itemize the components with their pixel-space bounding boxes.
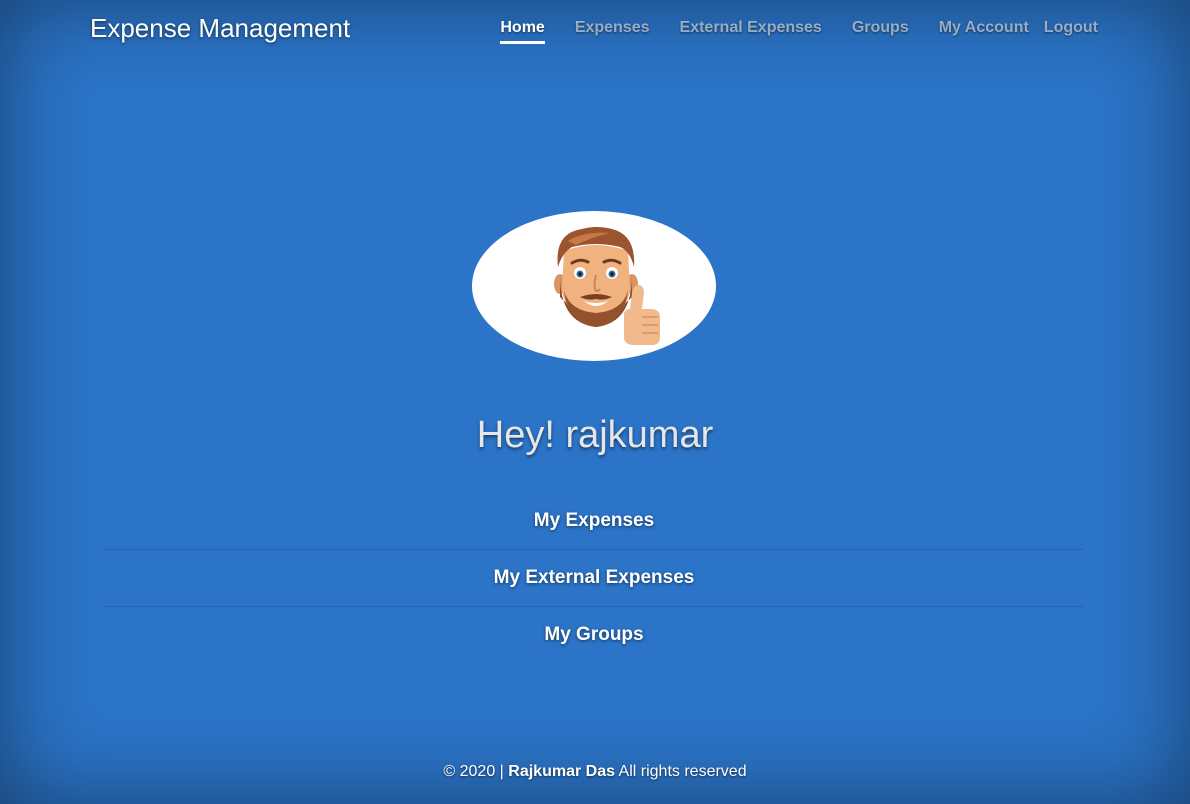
quick-links: My Expenses My External Expenses My Grou…	[104, 493, 1084, 663]
link-my-external-expenses[interactable]: My External Expenses	[104, 550, 1084, 607]
footer-copyright: © 2020 |	[443, 763, 509, 780]
link-my-groups[interactable]: My Groups	[104, 607, 1084, 663]
nav-groups[interactable]: Groups	[852, 19, 909, 44]
memoji-thumbs-up-icon	[554, 227, 660, 345]
footer-rights: All rights reserved	[614, 763, 747, 780]
nav-my-account[interactable]: My Account	[939, 19, 1029, 44]
footer-author: Rajkumar Das	[508, 763, 615, 780]
nav-expenses[interactable]: Expenses	[575, 19, 650, 44]
link-my-expenses[interactable]: My Expenses	[104, 493, 1084, 550]
brand-title[interactable]: Expense Management	[90, 13, 350, 44]
avatar	[472, 211, 716, 361]
main-nav: Home Expenses External Expenses Groups M…	[500, 19, 1098, 44]
footer: © 2020 | Rajkumar Das All rights reserve…	[0, 763, 1190, 781]
nav-logout[interactable]: Logout	[1044, 19, 1098, 44]
nav-external-expenses[interactable]: External Expenses	[680, 19, 822, 44]
greeting-heading: Hey! rajkumar	[476, 414, 714, 456]
nav-home[interactable]: Home	[500, 19, 545, 44]
